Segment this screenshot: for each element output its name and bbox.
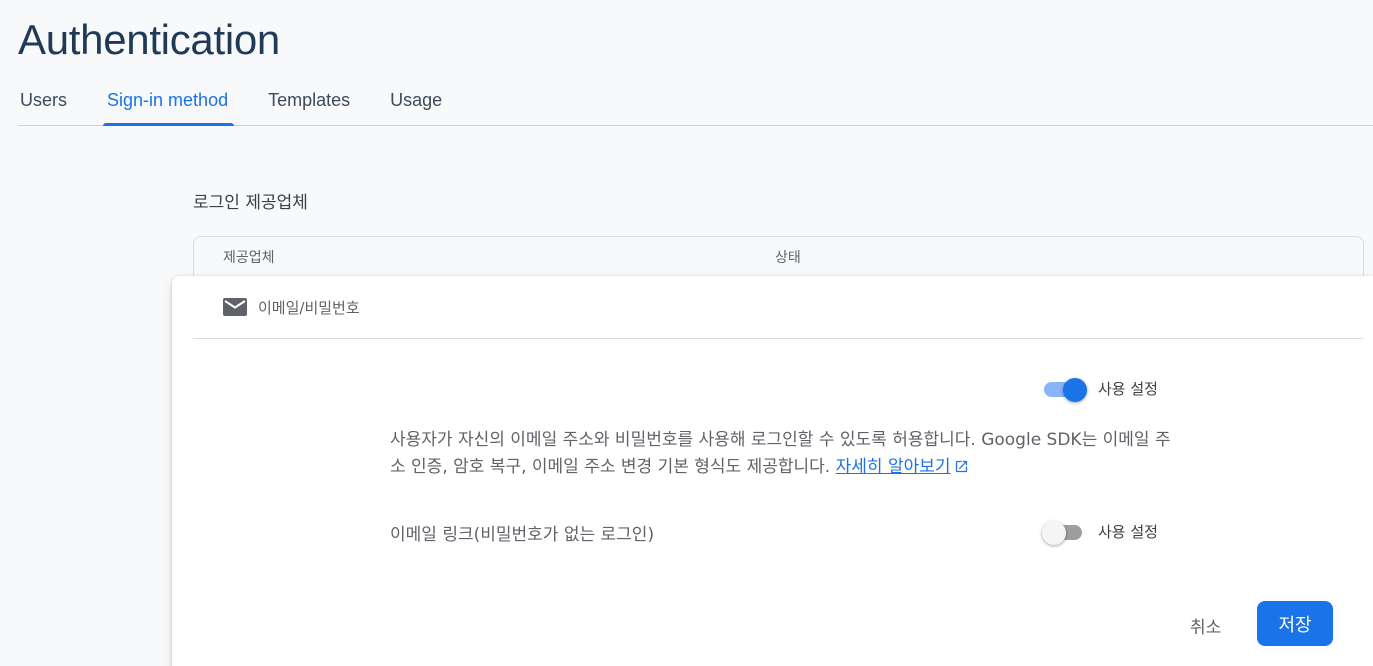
email-link-enable-toggle[interactable]	[1042, 520, 1086, 545]
column-header-status: 상태	[775, 250, 801, 266]
toggle-knob	[1042, 520, 1066, 545]
email-link-label: 이메일 링크(비밀번호가 없는 로그인)	[390, 525, 655, 545]
email-password-enable-toggle[interactable]	[1042, 377, 1087, 402]
tab-templates[interactable]: Templates	[266, 76, 352, 125]
email-link-toggle-label: 사용 설정	[1098, 523, 1158, 541]
email-link-toggle-row: 사용 설정	[1042, 520, 1158, 545]
provider-description: 사용자가 자신의 이메일 주소와 비밀번호를 사용해 로그인할 수 있도록 허용…	[390, 427, 1175, 481]
page-title: Authentication	[18, 16, 280, 63]
cancel-button[interactable]: 취소	[1178, 607, 1233, 643]
learn-more-link[interactable]: 자세히 알아보기	[836, 457, 951, 477]
provider-edit-panel: 이메일/비밀번호 사용 설정 사용자가 자신의 이메일 주소와 비밀번호를 사용…	[172, 276, 1373, 666]
enable-toggle-row: 사용 설정	[1042, 377, 1158, 402]
tab-sign-in-method[interactable]: Sign-in method	[103, 76, 235, 126]
external-link-icon[interactable]	[954, 456, 969, 473]
learn-more-label: 자세히 알아보기	[835, 457, 951, 477]
divider	[193, 338, 1363, 339]
tab-usage[interactable]: Usage	[388, 76, 444, 125]
provider-row: 이메일/비밀번호	[194, 294, 360, 320]
column-header-provider: 제공업체	[223, 250, 275, 266]
mail-icon	[223, 298, 247, 316]
toggle-knob	[1063, 377, 1087, 402]
tab-bar: Users Sign-in method Templates Usage	[18, 76, 1373, 126]
tab-users[interactable]: Users	[18, 76, 69, 125]
description-text: 사용자가 자신의 이메일 주소와 비밀번호를 사용해 로그인할 수 있도록 허용…	[390, 430, 1171, 477]
authentication-page: Authentication Users Sign-in method Temp…	[0, 0, 1373, 666]
section-title: 로그인 제공업체	[193, 193, 308, 213]
save-button[interactable]: 저장	[1257, 601, 1333, 646]
enable-toggle-label: 사용 설정	[1098, 380, 1158, 398]
provider-name: 이메일/비밀번호	[258, 298, 360, 317]
